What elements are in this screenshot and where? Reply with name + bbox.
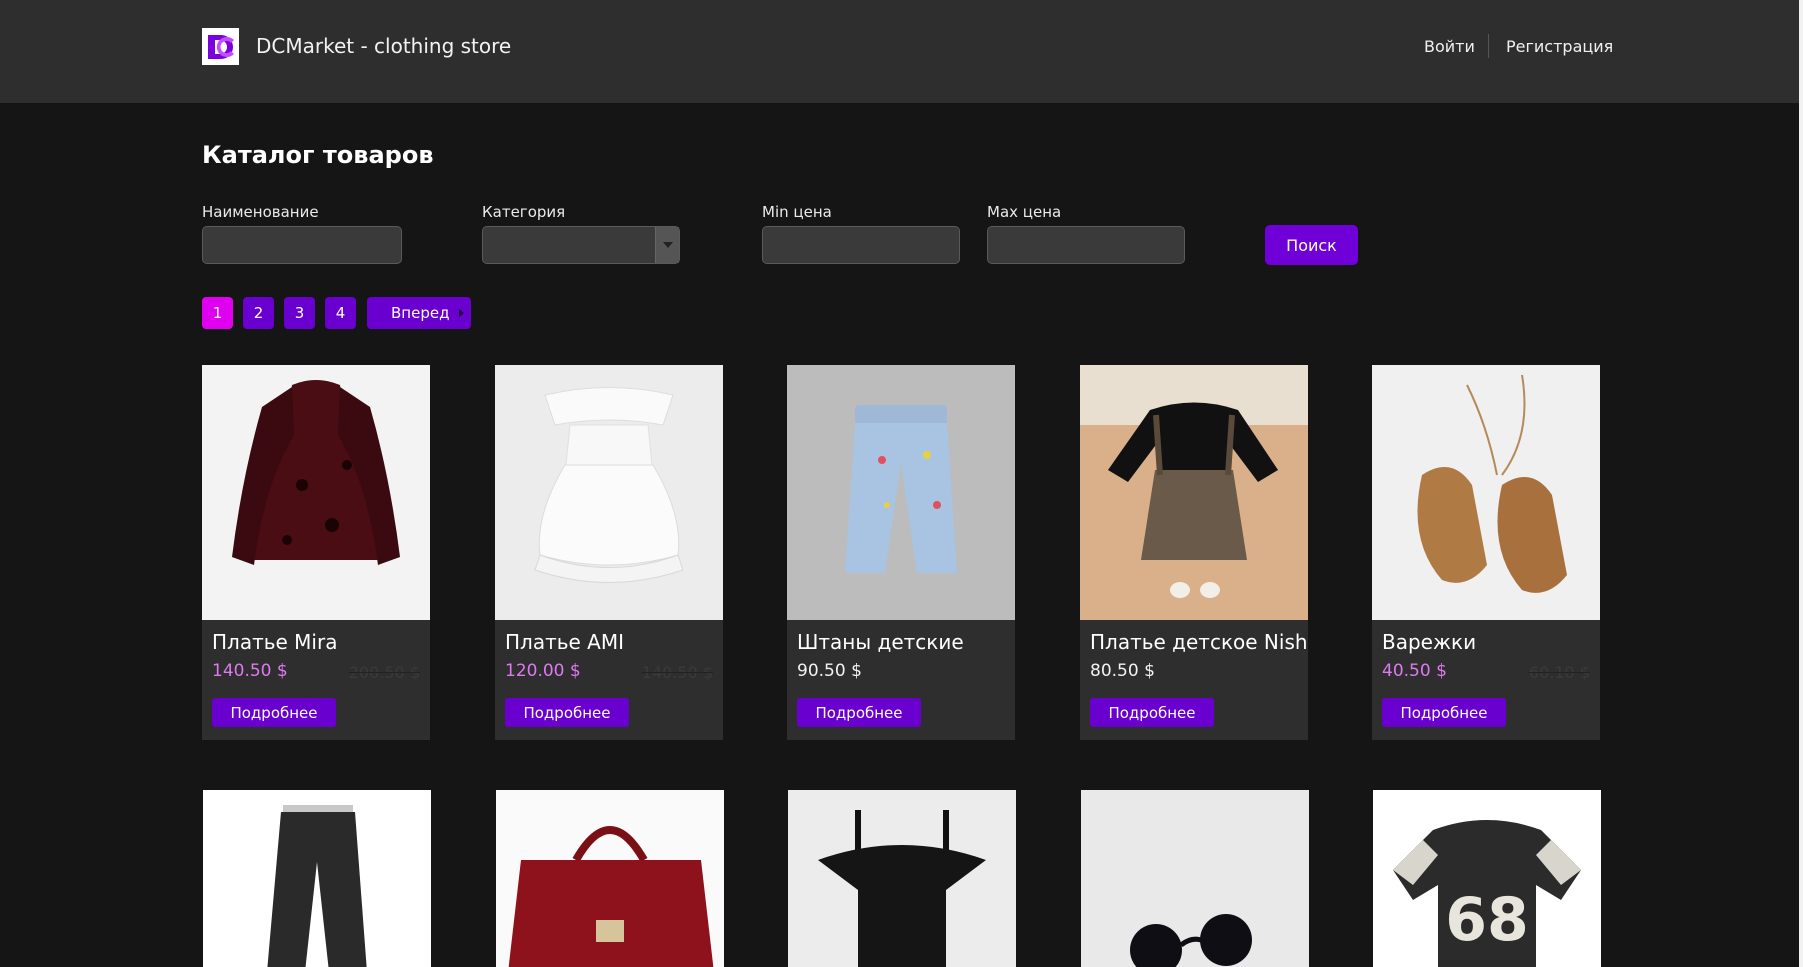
product-image[interactable]	[787, 365, 1015, 620]
product-image[interactable]	[788, 790, 1016, 967]
min-price-label: Min цена	[762, 203, 832, 221]
product-name: Штаны детские	[797, 630, 964, 654]
product-card: Платье AMI 120.00 $ 140.50 $ Подробнее	[495, 365, 723, 740]
product-image[interactable]	[495, 365, 723, 620]
product-card	[788, 790, 1016, 967]
product-card	[203, 790, 431, 967]
details-button[interactable]: Подробнее	[212, 698, 336, 727]
product-card	[496, 790, 724, 967]
max-price-label: Max цена	[987, 203, 1062, 221]
product-price: 90.50 $	[797, 661, 862, 681]
product-card: Штаны детские 90.50 $ Подробнее	[787, 365, 1015, 740]
product-card: Платье Mira 140.50 $ 200.50 $ Подробнее	[202, 365, 430, 740]
product-price: 120.00 $	[505, 661, 581, 681]
chevron-down-icon[interactable]	[655, 227, 679, 263]
name-filter-input[interactable]	[202, 226, 402, 264]
product-price: 80.50 $	[1090, 661, 1155, 681]
product-image[interactable]: 68	[1373, 790, 1601, 967]
arrow-right-icon	[459, 309, 464, 317]
category-select[interactable]	[482, 226, 680, 264]
product-image[interactable]	[1372, 365, 1600, 620]
product-name: Платье детское Nish	[1090, 630, 1308, 654]
min-price-input[interactable]	[762, 226, 960, 264]
page-button-2[interactable]: 2	[243, 297, 274, 329]
product-image[interactable]	[1080, 365, 1308, 620]
product-image[interactable]	[203, 790, 431, 967]
search-button[interactable]: Поиск	[1265, 225, 1358, 265]
product-card	[1081, 790, 1309, 967]
login-link[interactable]: Войти	[1424, 37, 1475, 56]
product-image[interactable]	[496, 790, 724, 967]
next-page-button[interactable]: Вперед	[367, 297, 471, 329]
product-price: 40.50 $	[1382, 661, 1447, 681]
name-filter-label: Наименование	[202, 203, 319, 221]
max-price-input[interactable]	[987, 226, 1185, 264]
scrollbar-track[interactable]	[1799, 0, 1803, 967]
product-old-price: 140.50 $	[641, 663, 713, 682]
product-card: Варежки 40.50 $ 60.10 $ Подробнее	[1372, 365, 1600, 740]
product-image[interactable]	[202, 365, 430, 620]
brand-name[interactable]: DCMarket - clothing store	[256, 34, 511, 58]
product-name: Платье Mira	[212, 630, 338, 654]
page-title: Каталог товаров	[202, 141, 434, 169]
product-name: Варежки	[1382, 630, 1477, 654]
product-card: Платье детское Nish 80.50 $ Подробнее	[1080, 365, 1308, 740]
next-page-label: Вперед	[391, 304, 450, 322]
category-filter-label: Категория	[482, 203, 566, 221]
register-link[interactable]: Регистрация	[1506, 37, 1613, 56]
page-button-4[interactable]: 4	[325, 297, 356, 329]
details-button[interactable]: Подробнее	[797, 698, 921, 727]
product-old-price: 200.50 $	[348, 663, 420, 682]
product-price: 140.50 $	[212, 661, 288, 681]
product-name: Платье AMI	[505, 630, 625, 654]
site-header: DCMarket - clothing store Войти Регистра…	[0, 0, 1799, 103]
svg-text:68: 68	[1445, 885, 1529, 955]
product-old-price: 60.10 $	[1528, 663, 1590, 682]
logo-icon[interactable]	[202, 28, 239, 65]
page-button-3[interactable]: 3	[284, 297, 315, 329]
details-button[interactable]: Подробнее	[1090, 698, 1214, 727]
details-button[interactable]: Подробнее	[505, 698, 629, 727]
nav-divider	[1488, 34, 1489, 58]
product-card: 68	[1373, 790, 1601, 967]
product-image[interactable]	[1081, 790, 1309, 967]
page-button-1[interactable]: 1	[202, 297, 233, 329]
details-button[interactable]: Подробнее	[1382, 698, 1506, 727]
